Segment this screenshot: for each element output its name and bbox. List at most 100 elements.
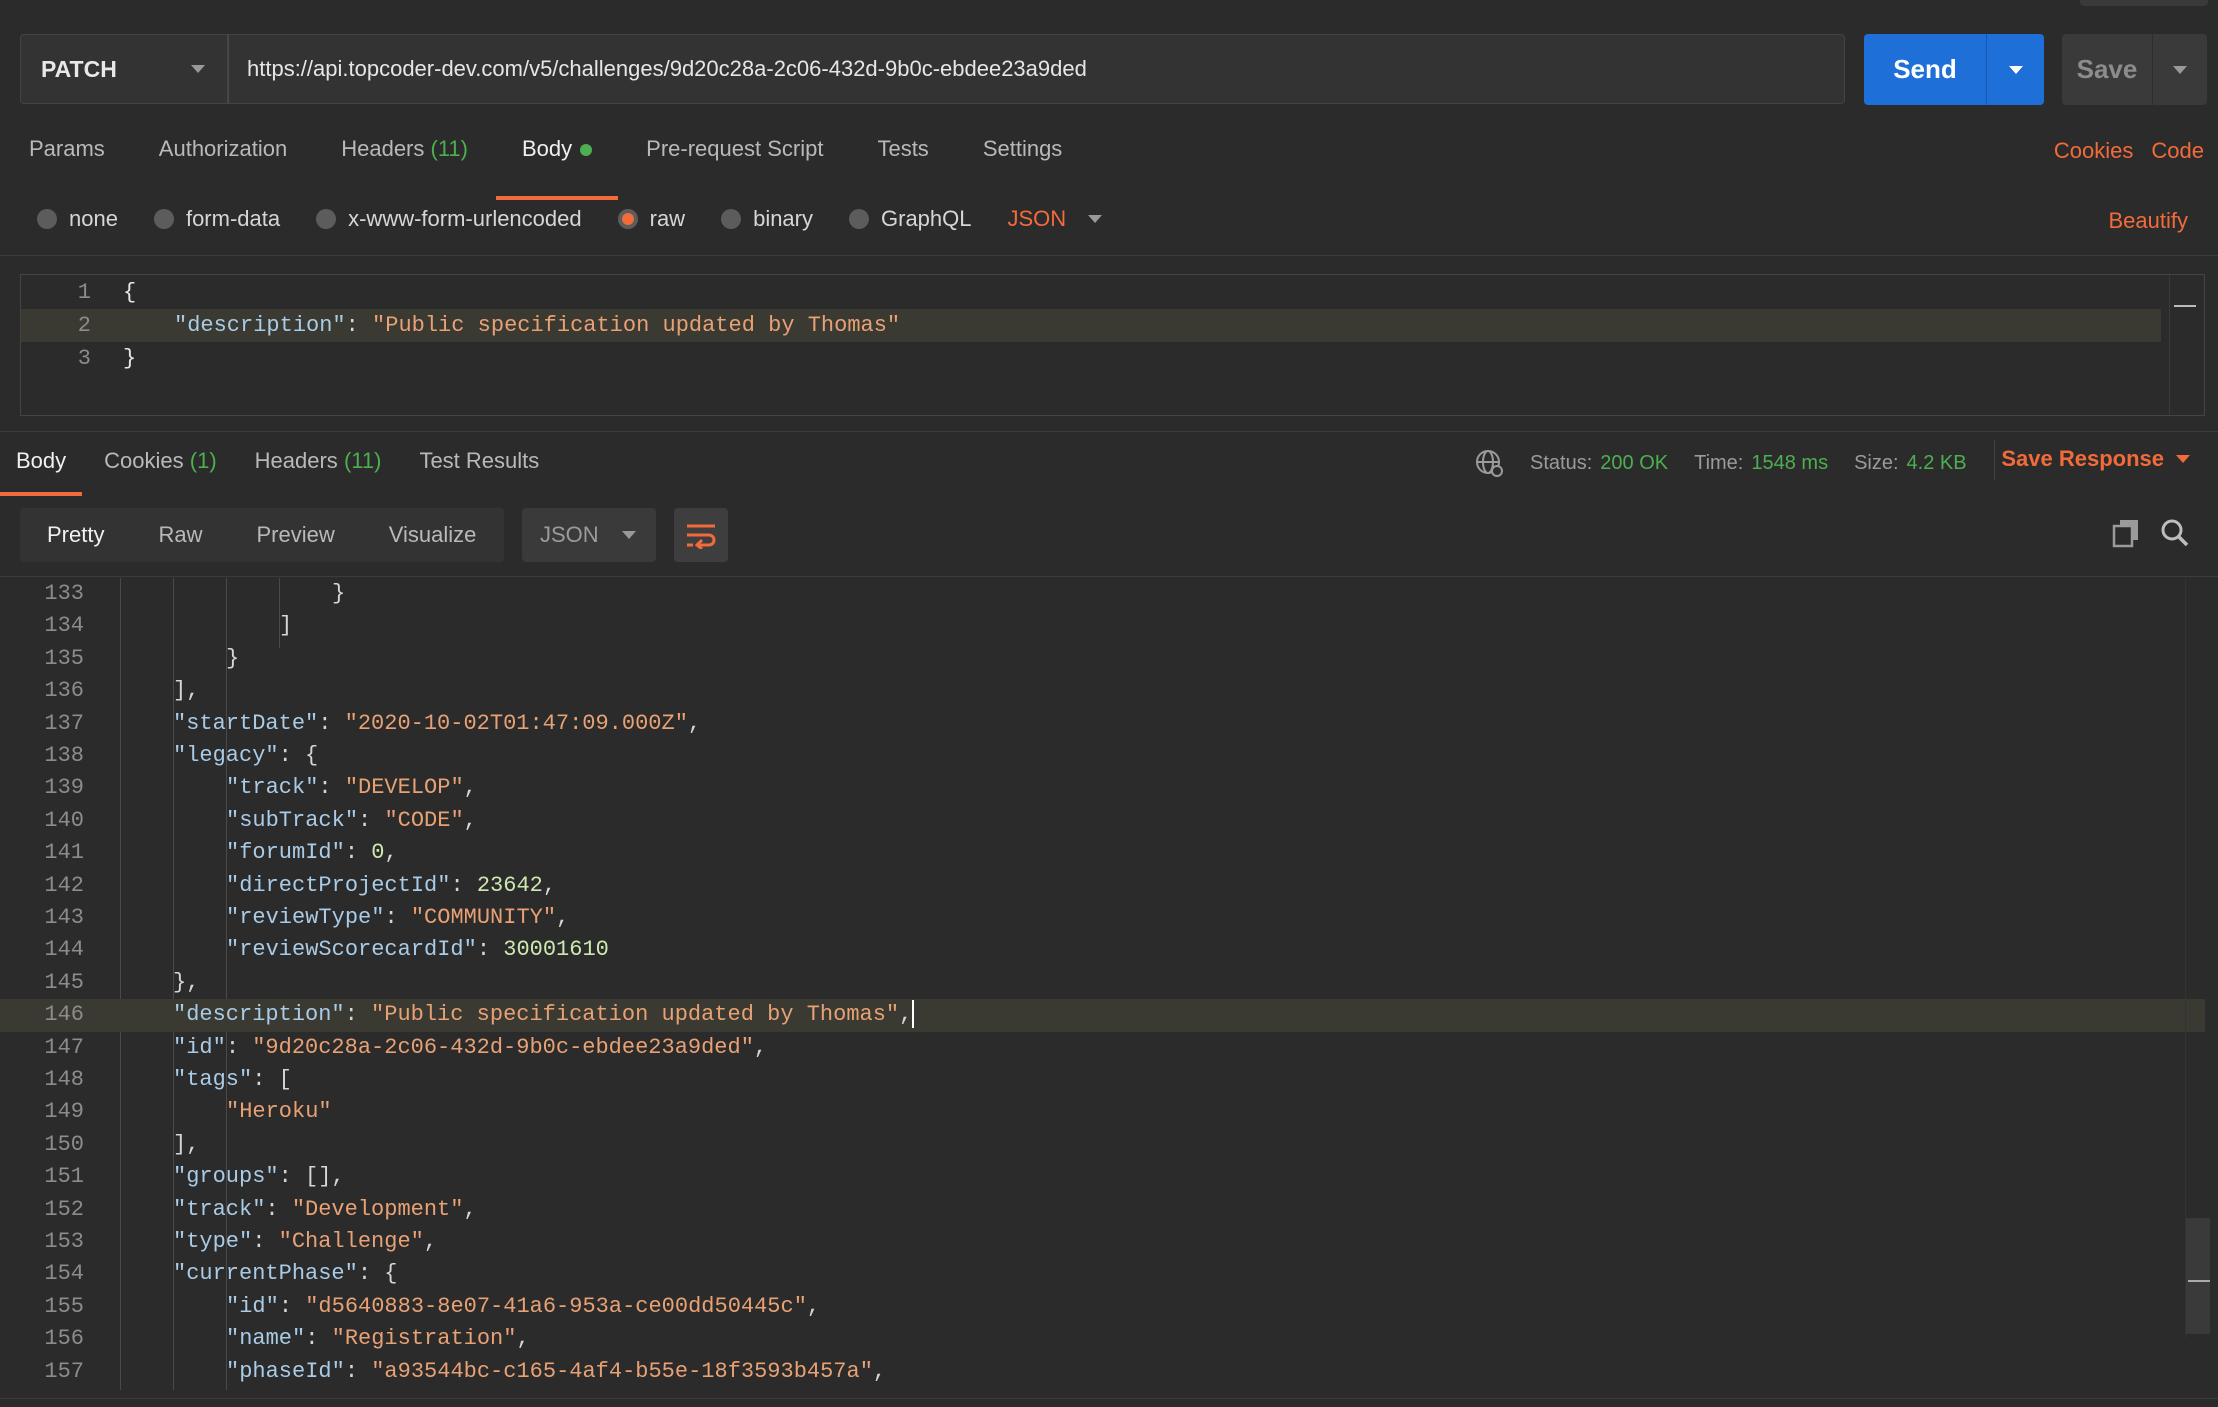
json-key: "groups" xyxy=(173,1164,279,1190)
radio-binary[interactable]: binary xyxy=(721,206,813,232)
save-button[interactable]: Save xyxy=(2062,34,2207,105)
tab-label: Body xyxy=(522,136,573,161)
chevron-down-icon xyxy=(622,531,636,539)
tab-label: Cookies xyxy=(104,448,184,473)
response-scrollbar[interactable] xyxy=(2185,578,2210,1338)
url-text: https://api.topcoder-dev.com/v5/challeng… xyxy=(247,56,1087,81)
chevron-down-icon xyxy=(191,65,205,73)
code-text: "phaseId": "a93544bc-c165-4af4-b55e-18f3… xyxy=(226,1356,886,1388)
view-raw-button[interactable]: Raw xyxy=(131,508,229,562)
code-text: "subTrack": "CODE", xyxy=(226,805,477,837)
code-text: }, xyxy=(173,967,199,999)
tab-prerequest-script[interactable]: Pre-request Script xyxy=(646,136,823,180)
status-value[interactable]: 200 OK xyxy=(1600,452,1668,475)
json-punct: : [], xyxy=(278,1164,345,1190)
code-text: "groups": [], xyxy=(173,1161,345,1193)
tab-headers[interactable]: Headers (11) xyxy=(341,136,468,180)
response-line: 151 "groups": [], xyxy=(0,1161,2205,1193)
copy-icon[interactable] xyxy=(2112,518,2140,548)
save-options-button[interactable] xyxy=(2153,65,2207,74)
tab-label: Params xyxy=(29,136,105,161)
json-string: "9d20c28a-2c06-432d-9b0c-ebdee23a9ded" xyxy=(252,1034,754,1060)
scroll-marker xyxy=(2188,1280,2210,1282)
radio-circle-icon xyxy=(849,209,869,229)
time-value[interactable]: 1548 ms xyxy=(1751,452,1828,475)
radio-circle-icon xyxy=(37,209,57,229)
size-value[interactable]: 4.2 KB xyxy=(1907,452,1967,475)
tab-tests[interactable]: Tests xyxy=(877,136,928,180)
beautify-link[interactable]: Beautify xyxy=(2109,208,2189,234)
json-key: "startDate" xyxy=(173,710,319,736)
language-select[interactable]: JSON xyxy=(1008,206,1103,232)
tab-response-body[interactable]: Body xyxy=(0,448,83,496)
json-punct: : xyxy=(345,313,373,338)
radio-graphql[interactable]: GraphQL xyxy=(849,206,972,232)
response-line: 150], xyxy=(0,1129,2205,1161)
json-punct: , xyxy=(753,1034,768,1060)
line-number: 148 xyxy=(44,1067,84,1092)
tab-settings[interactable]: Settings xyxy=(983,136,1063,180)
code-text: "description": "Public specification upd… xyxy=(173,999,915,1031)
line-number: 152 xyxy=(44,1196,84,1222)
request-body-editor[interactable]: 1 { 2 "description": "Public specificati… xyxy=(20,274,2205,416)
radio-label: none xyxy=(69,206,118,231)
radio-none[interactable]: none xyxy=(37,206,118,232)
divider xyxy=(1994,440,1995,480)
save-response-button[interactable]: Save Response xyxy=(2001,446,2190,472)
scrollbar-thumb[interactable] xyxy=(2186,1218,2210,1334)
editor-scrollbar[interactable] xyxy=(2169,275,2198,415)
view-preview-button[interactable]: Preview xyxy=(229,508,361,562)
line-number: 134 xyxy=(44,613,84,639)
method-label: PATCH xyxy=(41,55,117,82)
code-text: } xyxy=(123,346,137,371)
code-text: { xyxy=(123,280,137,305)
json-string: "CODE" xyxy=(384,807,464,833)
code-text: "legacy": { xyxy=(173,740,318,772)
response-line: 137 "startDate": "2020-10-02T01:47:09.000… xyxy=(0,708,2205,740)
view-visualize-button[interactable]: Visualize xyxy=(362,508,504,562)
json-key: "track" xyxy=(226,775,319,801)
code-text: "reviewScorecardId": 30001610 xyxy=(226,934,609,966)
tab-params[interactable]: Params xyxy=(29,136,105,180)
radio-raw[interactable]: raw xyxy=(617,206,685,232)
code-text: "description": "Public specification upd… xyxy=(174,309,900,342)
chevron-down-icon xyxy=(2176,455,2190,463)
json-punct: : xyxy=(318,775,345,801)
json-punct: : xyxy=(344,1358,372,1384)
json-key: "id" xyxy=(173,1034,226,1060)
code-link[interactable]: Code xyxy=(2151,138,2204,164)
json-string: "DEVELOP" xyxy=(344,775,464,801)
globe-icon[interactable] xyxy=(1474,448,1504,478)
method-select[interactable]: PATCH xyxy=(20,34,228,104)
response-line: 134] xyxy=(0,610,2205,642)
line-number: 135 xyxy=(44,645,84,671)
code-text: } xyxy=(226,643,239,675)
tab-label: Test Results xyxy=(419,448,540,473)
tab-authorization[interactable]: Authorization xyxy=(159,136,287,180)
json-punct: : { xyxy=(278,743,319,768)
response-status-bar: Status: 200 OK Time: 1548 ms Size: 4.2 K… xyxy=(1474,448,1993,478)
response-format-select[interactable]: JSON xyxy=(522,508,656,562)
json-punct: : xyxy=(476,937,504,963)
radio-form-data[interactable]: form-data xyxy=(153,206,280,232)
url-input[interactable]: https://api.topcoder-dev.com/v5/challeng… xyxy=(228,34,1845,104)
response-body-viewer[interactable]: 133} 134] 135} 136], 137 "startDate": "2020-1… xyxy=(0,578,2218,1390)
line-number: 138 xyxy=(44,743,84,768)
send-options-button[interactable] xyxy=(1987,65,2044,74)
json-key: "subTrack" xyxy=(226,807,359,833)
code-text: "type": "Challenge", xyxy=(173,1226,437,1258)
tab-response-cookies[interactable]: Cookies (1) xyxy=(104,448,217,474)
tab-body[interactable]: Body xyxy=(495,136,619,200)
line-number: 150 xyxy=(44,1131,84,1157)
json-number: 23642 xyxy=(476,872,543,898)
cookies-link[interactable]: Cookies xyxy=(2054,138,2133,164)
wrap-lines-button[interactable] xyxy=(674,508,728,562)
json-punct: : xyxy=(265,1196,292,1222)
tab-response-headers[interactable]: Headers (11) xyxy=(255,448,382,474)
view-pretty-button[interactable]: Pretty xyxy=(20,508,131,562)
send-button[interactable]: Send xyxy=(1864,34,2044,105)
tab-test-results[interactable]: Test Results xyxy=(419,448,539,474)
radio-urlencoded[interactable]: x-www-form-urlencoded xyxy=(316,206,582,232)
search-icon[interactable] xyxy=(2160,518,2190,548)
response-line: 155 "id": "d5640883-8e07-41a6-953a-ce00dd… xyxy=(0,1291,2205,1323)
